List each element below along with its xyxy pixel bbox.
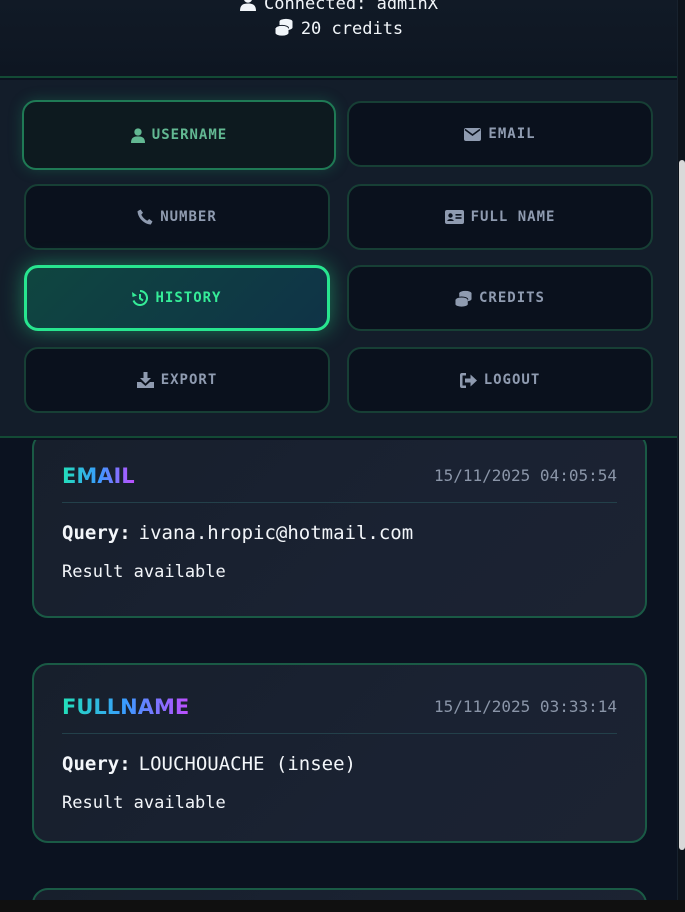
query-label: Query:	[62, 753, 131, 775]
connected-text: Connected: adminX	[264, 0, 438, 14]
full-name-button[interactable]: FULL NAME	[347, 184, 653, 250]
user-icon	[240, 0, 256, 11]
id-card-icon	[444, 210, 464, 224]
timestamp: 15/11/2025 04:05:54	[433, 466, 617, 485]
history-button[interactable]: HISTORY	[24, 265, 330, 331]
history-card[interactable]: FULLNAME 15/11/2025 03:33:14 Query: LOUCH…	[32, 663, 647, 843]
download-icon	[136, 372, 154, 388]
result-status: Result available	[62, 793, 226, 813]
scrollbar-thumb[interactable]	[679, 160, 685, 850]
result-status: Result available	[62, 562, 226, 582]
export-button[interactable]: EXPORT	[24, 347, 330, 413]
envelope-icon	[464, 127, 482, 141]
number-button[interactable]: NUMBER	[24, 184, 330, 250]
viewport: Connected: adminX 20 credits USERNAME EM…	[0, 0, 685, 912]
app-container: Connected: adminX 20 credits USERNAME EM…	[0, 0, 678, 900]
credits-button[interactable]: CREDITS	[347, 265, 653, 331]
bottom-bar	[0, 900, 685, 912]
history-card-partial[interactable]	[32, 888, 647, 900]
card-divider	[62, 502, 617, 503]
history-icon	[132, 290, 149, 306]
query-line: Query: ivana.hropic@hotmail.com	[62, 522, 413, 544]
history-button-label: HISTORY	[155, 290, 222, 306]
coins-icon	[454, 290, 472, 307]
full-name-button-label: FULL NAME	[470, 209, 556, 225]
credits-status: 20 credits	[0, 18, 677, 39]
search-type-label: EMAIL	[62, 464, 135, 488]
query-label: Query:	[62, 522, 131, 544]
connected-status: Connected: adminX	[0, 0, 677, 14]
email-button-label: EMAIL	[488, 126, 536, 142]
history-list: EMAIL 15/11/2025 04:05:54 Query: ivana.hr…	[0, 440, 677, 900]
history-card[interactable]: EMAIL 15/11/2025 04:05:54 Query: ivana.hr…	[32, 440, 647, 618]
nav-grid: USERNAME EMAIL NUMBER FULL NAME HISTORY	[0, 80, 677, 438]
timestamp: 15/11/2025 03:33:14	[433, 697, 617, 716]
username-button-label: USERNAME	[151, 127, 228, 143]
logout-button-label: LOGOUT	[483, 372, 541, 388]
credits-text: 20 credits	[300, 19, 404, 39]
logout-button[interactable]: LOGOUT	[347, 347, 653, 413]
phone-icon	[137, 209, 153, 225]
username-button[interactable]: USERNAME	[22, 100, 336, 170]
email-button[interactable]: EMAIL	[347, 101, 653, 167]
coins-icon	[274, 18, 293, 36]
search-type-label: FULLNAME	[62, 695, 190, 719]
query-value: ivana.hropic@hotmail.com	[138, 522, 414, 544]
query-value: LOUCHOUACHE (insee)	[138, 753, 356, 775]
number-button-label: NUMBER	[160, 209, 217, 225]
query-line: Query: LOUCHOUACHE (insee)	[62, 753, 356, 775]
card-divider	[62, 733, 617, 734]
export-button-label: EXPORT	[160, 372, 218, 388]
user-icon	[130, 127, 145, 143]
credits-button-label: CREDITS	[478, 290, 545, 306]
logout-icon	[459, 372, 477, 388]
session-header: Connected: adminX 20 credits	[0, 0, 677, 78]
